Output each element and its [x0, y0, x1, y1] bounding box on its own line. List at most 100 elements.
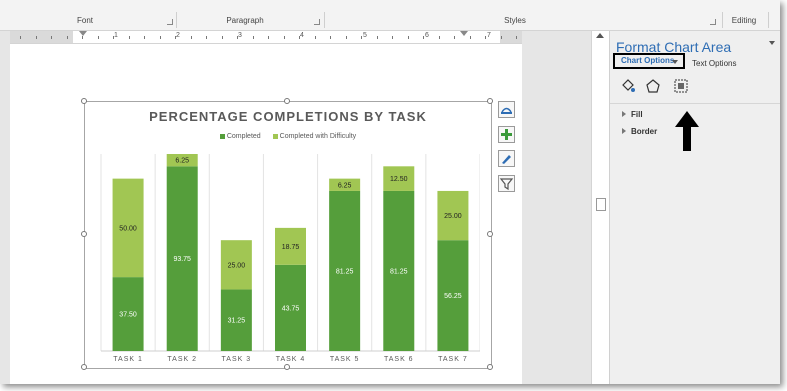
resize-handle[interactable]: [487, 364, 493, 370]
ruler-tick: [516, 36, 517, 39]
data-label: 93.75: [173, 256, 191, 263]
x-tick-label: TASK 2: [167, 356, 197, 363]
chart-filters-button[interactable]: [498, 175, 515, 192]
ruler-tick: [66, 36, 68, 39]
chart-styles-icon: [502, 155, 511, 164]
resize-handle[interactable]: [284, 364, 290, 370]
data-label: 81.25: [336, 268, 354, 275]
pane-divider: [610, 103, 780, 104]
ruler-tick: [423, 36, 424, 39]
resize-handle[interactable]: [81, 364, 87, 370]
layout-options-button[interactable]: [498, 101, 515, 118]
chart-area[interactable]: PERCENTAGE COMPLETIONS BY TASK Completed…: [84, 101, 492, 369]
ruler-tick: [206, 36, 207, 39]
indent-marker-icon[interactable]: [79, 31, 87, 36]
data-label: 50.00: [119, 225, 137, 232]
x-tick-label: TASK 4: [276, 356, 306, 363]
resize-handle[interactable]: [487, 98, 493, 104]
ribbon: Font Paragraph Styles Editing: [0, 0, 780, 31]
chart-styles-button[interactable]: [498, 150, 515, 167]
text-options-tab[interactable]: Text Options: [692, 59, 736, 68]
data-label: 37.50: [119, 312, 137, 319]
right-indent-marker-icon[interactable]: [460, 31, 468, 36]
ribbon-divider: [768, 12, 769, 28]
ruler-tick: [128, 36, 130, 39]
ruler-tick: [345, 36, 347, 39]
resize-handle[interactable]: [81, 98, 87, 104]
ruler-tick: [485, 36, 486, 39]
data-label: 25.00: [444, 213, 462, 220]
data-label: 56.25: [444, 293, 462, 300]
ruler-number: 3: [238, 32, 242, 39]
styles-dialog-launcher-icon[interactable]: [710, 19, 716, 25]
ruler-number: 2: [176, 32, 180, 39]
chart-elements-button[interactable]: [498, 126, 515, 143]
paragraph-dialog-launcher-icon[interactable]: [314, 19, 320, 25]
ruler-tick: [407, 36, 409, 39]
section-fill-label: Fill: [631, 110, 643, 119]
section-border[interactable]: Border: [622, 127, 657, 136]
ruler-tick: [469, 36, 471, 39]
ruler-tick: [221, 36, 223, 39]
ribbon-group-styles: Styles: [504, 16, 526, 25]
font-dialog-launcher-icon[interactable]: [167, 19, 173, 25]
ruler-tick: [392, 36, 393, 39]
chart-options-label: Chart Options: [621, 56, 675, 65]
x-tick-label: TASK 1: [113, 356, 143, 363]
ribbon-divider: [722, 12, 723, 28]
ruler-tick: [268, 36, 269, 39]
ruler-tick: [113, 36, 114, 39]
ruler-tick: [454, 36, 455, 39]
ruler-tick: [500, 36, 502, 39]
data-label: 6.25: [175, 158, 189, 165]
ruler-tick: [376, 36, 378, 39]
resize-handle[interactable]: [284, 98, 290, 104]
chart-filters-icon: [499, 178, 514, 191]
scroll-thumb[interactable]: [596, 198, 606, 211]
ribbon-group-editing: Editing: [731, 16, 757, 25]
ribbon-group-font: Font: [76, 16, 93, 25]
resize-handle[interactable]: [487, 231, 493, 237]
ruler-tick: [190, 36, 192, 39]
expand-arrow-icon: [622, 128, 626, 134]
format-chart-area-pane: Format Chart Area Chart Options Text Opt…: [609, 31, 780, 384]
section-border-label: Border: [631, 127, 658, 136]
fill-line-icon[interactable]: [620, 78, 636, 94]
section-fill[interactable]: Fill: [622, 110, 643, 119]
pane-options-chevron-icon[interactable]: [769, 41, 775, 45]
ruler-tick: [299, 36, 300, 39]
plot-area[interactable]: 37.50 50.00 TASK 1 93.75 6.25 TASK 2 31.25 25.0…: [94, 102, 480, 368]
ruler-number: 6: [425, 32, 429, 39]
ruler-margin-right: [500, 31, 522, 43]
vertical-scrollbar[interactable]: [591, 31, 609, 384]
x-tick-label: TASK 5: [330, 356, 360, 363]
resize-handle[interactable]: [81, 231, 87, 237]
chart-elements-icon: [501, 129, 512, 140]
ruler-tick: [438, 36, 440, 39]
chart-options-dropdown[interactable]: Chart Options: [613, 53, 685, 69]
x-tick-label: TASK 7: [438, 356, 468, 363]
effects-icon[interactable]: [645, 78, 661, 94]
expand-arrow-icon: [622, 111, 626, 117]
app-window: Font Paragraph Styles Editing 1 2 3 4 5 …: [0, 0, 780, 384]
ruler-tick: [252, 36, 254, 39]
size-properties-icon[interactable]: [673, 78, 689, 94]
horizontal-ruler[interactable]: 1 2 3 4 5 6 7: [10, 31, 522, 44]
layout-options-icon: [501, 107, 512, 114]
ruler-tick: [144, 36, 145, 39]
data-label: 18.75: [282, 244, 300, 251]
ruler-tick: [330, 36, 331, 39]
ruler-number: 5: [363, 32, 367, 39]
x-tick-label: TASK 6: [384, 356, 414, 363]
ruler-number: 7: [487, 32, 491, 39]
chevron-down-icon: [672, 60, 678, 64]
ruler-tick: [159, 36, 161, 39]
ribbon-divider: [324, 12, 325, 28]
ruler-tick: [35, 36, 37, 39]
ruler-tick: [283, 36, 285, 39]
scroll-up-icon[interactable]: [596, 33, 604, 38]
ribbon-divider: [176, 12, 177, 28]
ruler-tick: [361, 36, 362, 39]
x-tick-label: TASK 3: [222, 356, 252, 363]
data-label: 12.50: [390, 176, 408, 183]
